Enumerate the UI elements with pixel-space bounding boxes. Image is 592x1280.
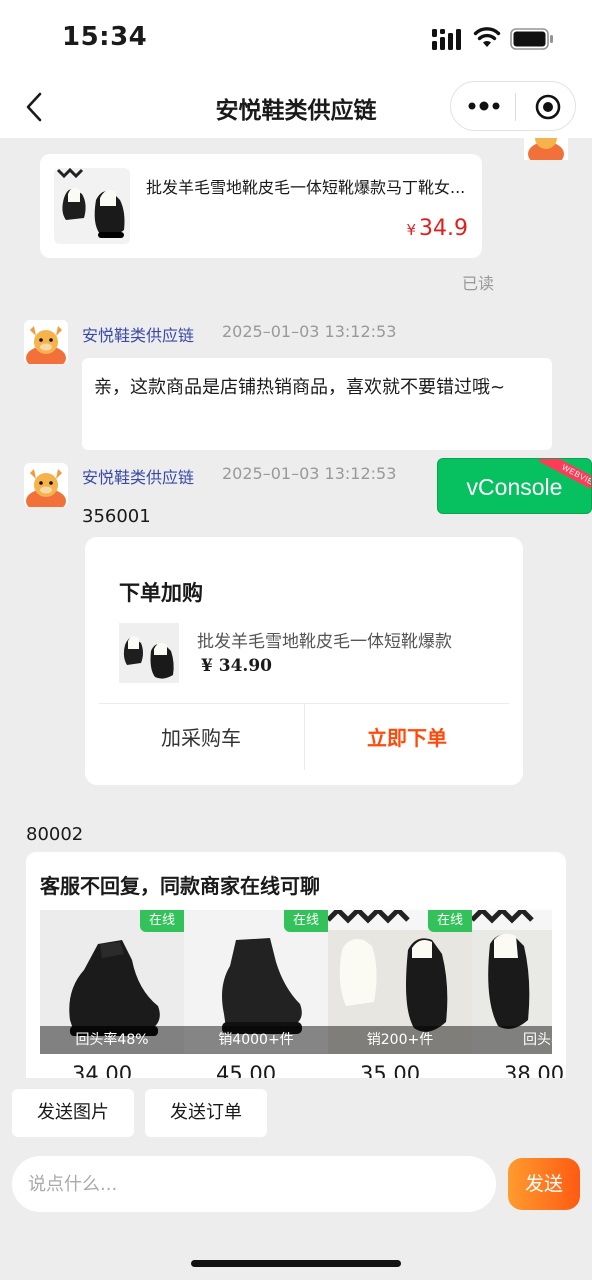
merchant-avatar[interactable] <box>24 463 68 507</box>
product-stat: 销4000+件 <box>184 1026 328 1054</box>
status-time: 15:34 <box>62 22 148 52</box>
wifi-icon <box>473 27 501 47</box>
recommended-price: 45.00 <box>216 1062 277 1078</box>
recommended-price: 34.00 <box>72 1062 133 1078</box>
order-product-thumbnail[interactable] <box>119 623 179 683</box>
recommended-product[interactable]: 在线 销200+件 <box>328 910 472 1054</box>
product-stat: 销200+件 <box>328 1026 472 1054</box>
online-badge: 在线 <box>428 910 472 932</box>
send-button[interactable]: 发送 <box>508 1158 580 1210</box>
read-status: 已读 <box>462 274 495 293</box>
close-miniprogram-icon[interactable] <box>533 92 563 122</box>
product-stat: 回头率48% <box>40 1026 184 1054</box>
message-code-text: 80002 <box>26 824 84 845</box>
recommended-price: 35.00 <box>360 1062 421 1078</box>
add-to-cart-button[interactable]: 加采购车 <box>99 705 303 771</box>
vconsole-label: vConsole <box>466 474 563 500</box>
order-card-title: 下单加购 <box>119 581 203 605</box>
product-stat: 回头率 <box>472 1026 552 1054</box>
recommended-price: 38.00 <box>504 1062 565 1078</box>
price-value: 34.9 <box>419 216 468 241</box>
quick-action-bar: 发送图片 发送订单 <box>0 1078 592 1150</box>
chat-message-list[interactable]: 批发羊毛雪地靴皮毛一体短靴爆款马丁靴女... ¥34.9 已读 安悦鞋类供应链 … <box>0 138 592 1078</box>
message-time: 2025–01–03 13:12:53 <box>222 464 397 483</box>
navigation-bar: 安悦鞋类供应链 <box>0 76 592 138</box>
product-thumbnail <box>54 168 130 244</box>
cellular-signal-icon <box>432 29 461 50</box>
product-price: ¥34.9 <box>406 216 468 241</box>
recommended-product[interactable]: 在线 销4000+件 <box>184 910 328 1054</box>
merchant-avatar[interactable] <box>24 320 68 364</box>
order-product-name: 批发羊毛雪地靴皮毛一体短靴爆款 <box>197 632 452 652</box>
sender-name: 安悦鞋类供应链 <box>82 326 195 345</box>
battery-icon <box>510 28 553 50</box>
send-image-button[interactable]: 发送图片 <box>12 1089 134 1137</box>
more-dots-icon[interactable] <box>467 96 501 116</box>
buy-now-button[interactable]: 立即下单 <box>305 705 509 771</box>
text-message-bubble[interactable]: 亲，这款商品是店铺热销商品，喜欢就不要错过哦~ <box>82 358 552 450</box>
miniprogram-capsule <box>450 81 576 131</box>
product-title: 批发羊毛雪地靴皮毛一体短靴爆款马丁靴女... <box>146 178 466 197</box>
my-avatar <box>524 138 568 160</box>
recommendation-list[interactable]: 在线 回头率48% 在线 销4000+件 在线 销200+件 回头 <box>40 910 552 1056</box>
status-bar: 15:34 <box>0 0 592 76</box>
order-product-price: ¥ 34.90 <box>201 656 272 676</box>
message-code-text: 356001 <box>82 506 151 527</box>
sender-name: 安悦鞋类供应链 <box>82 468 195 487</box>
order-card: 下单加购 批发羊毛雪地靴皮毛一体短靴爆款 ¥ 34.90 加采购车 立即下单 <box>85 537 523 785</box>
recommendation-title: 客服不回复，同款商家在线可聊 <box>40 874 320 898</box>
vconsole-button[interactable]: vConsole WEBVIEW <box>437 458 592 514</box>
recommendation-card: 客服不回复，同款商家在线可聊 在线 回头率48% 在线 销4000+件 在线 销… <box>26 852 566 1078</box>
capsule-divider <box>515 93 516 121</box>
message-time: 2025–01–03 13:12:53 <box>222 322 397 341</box>
online-badge: 在线 <box>140 910 184 932</box>
recommended-product[interactable]: 回头率 <box>472 910 552 1054</box>
product-message-bubble[interactable]: 批发羊毛雪地靴皮毛一体短靴爆款马丁靴女... ¥34.9 <box>40 154 482 258</box>
online-badge: 在线 <box>284 910 328 932</box>
recommendation-prices: 34.00 45.00 35.00 38.00 <box>40 1062 564 1078</box>
recommended-product[interactable]: 在线 回头率48% <box>40 910 184 1054</box>
home-indicator <box>191 1260 401 1267</box>
send-order-button[interactable]: 发送订单 <box>145 1089 267 1137</box>
message-input[interactable] <box>12 1156 496 1212</box>
currency-symbol: ¥ <box>406 221 417 239</box>
